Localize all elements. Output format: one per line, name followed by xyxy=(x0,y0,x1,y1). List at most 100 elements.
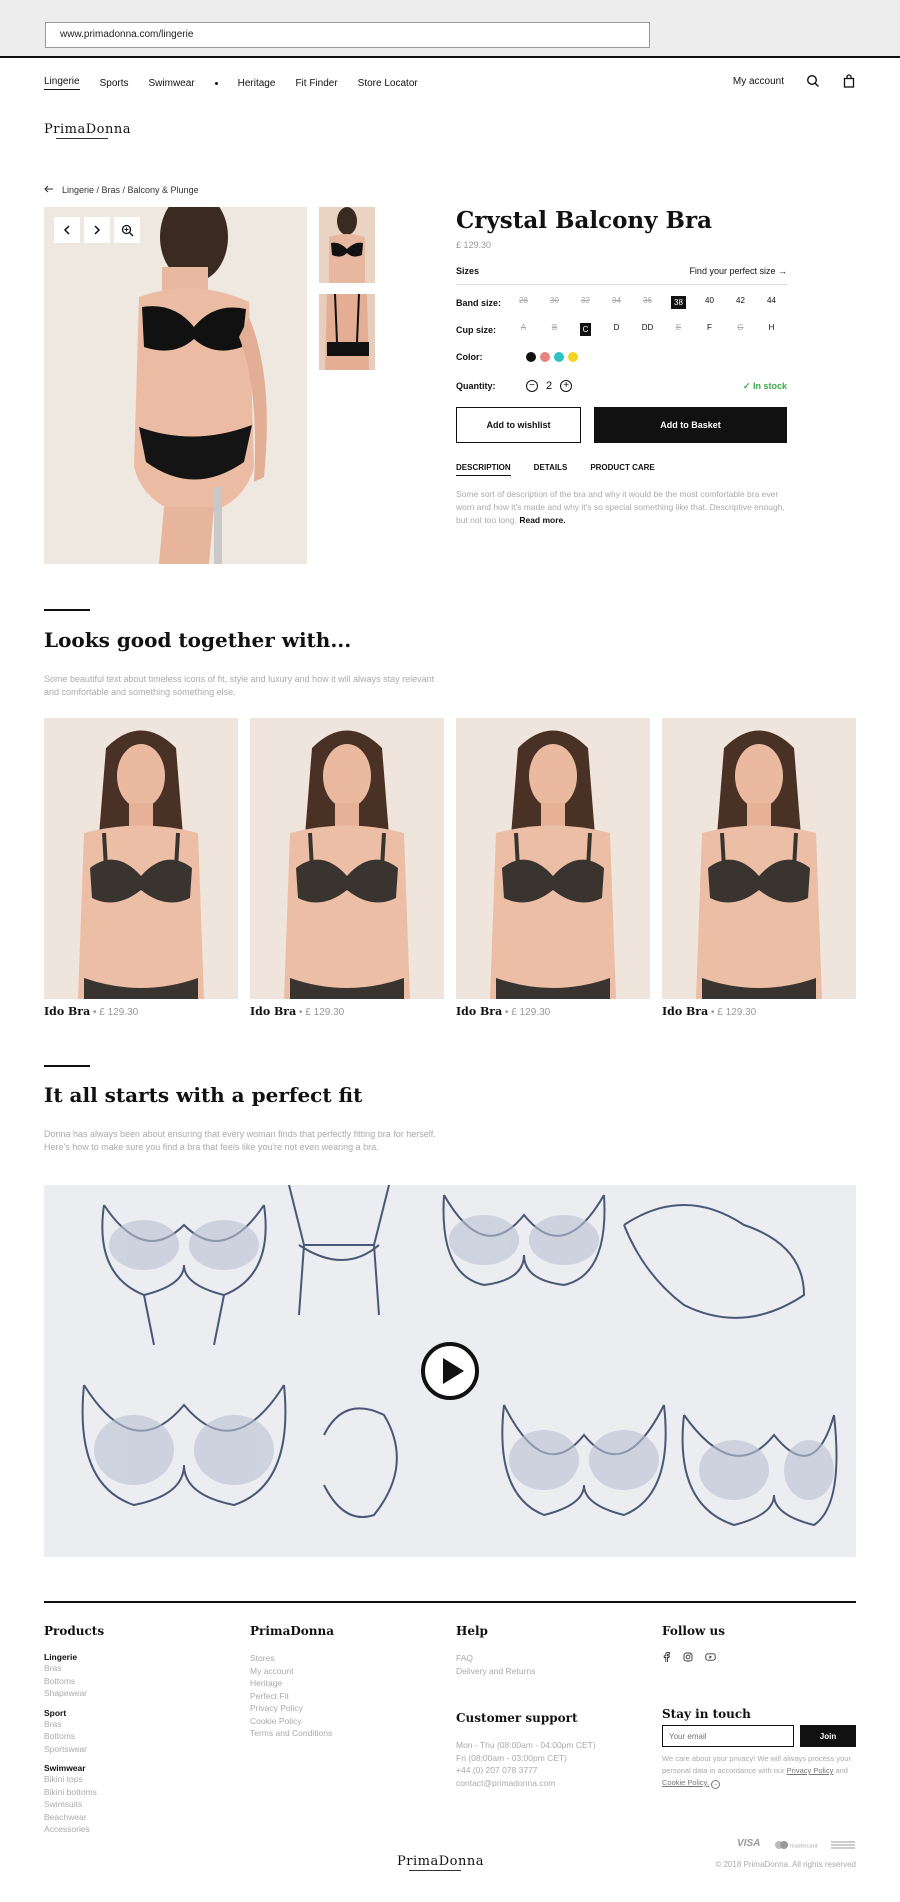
footer-link[interactable]: Delivery and Returns xyxy=(456,1665,596,1678)
footer-link[interactable]: Bottoms xyxy=(44,1675,104,1688)
newsletter-email-input[interactable] xyxy=(662,1725,794,1747)
product-card[interactable]: Ido Bra • £ 129.30 xyxy=(456,718,650,1018)
tab-product-care[interactable]: PRODUCT CARE xyxy=(590,463,654,476)
footer-link[interactable]: Bikini tops xyxy=(44,1773,104,1786)
tab-details[interactable]: DETAILS xyxy=(534,463,568,476)
brand-logo-text: PrimaDonna xyxy=(44,122,131,137)
footer-link[interactable]: Shapewear xyxy=(44,1687,104,1700)
play-icon[interactable] xyxy=(421,1342,479,1400)
privacy-policy-link[interactable]: Privacy Policy xyxy=(787,1766,834,1775)
product-card-image[interactable] xyxy=(456,718,650,999)
footer-link[interactable]: Bikini bottoms xyxy=(44,1786,104,1799)
nav-item-heritage[interactable]: Heritage xyxy=(238,78,276,89)
footer-link[interactable]: Cookie Policy xyxy=(250,1715,334,1728)
prev-image-button[interactable] xyxy=(54,217,80,243)
fit-video[interactable] xyxy=(44,1185,856,1557)
footer-group-lingerie[interactable]: Lingerie xyxy=(44,1652,104,1662)
band-size-option-label: 32 xyxy=(581,296,590,305)
search-icon[interactable] xyxy=(806,74,820,88)
zoom-button[interactable] xyxy=(114,217,140,243)
color-swatch-2[interactable] xyxy=(540,352,550,362)
footer-link[interactable]: Privacy Policy xyxy=(250,1702,334,1715)
nav-item-lingerie[interactable]: Lingerie xyxy=(44,76,80,90)
footer-link[interactable]: Perfect Fit xyxy=(250,1690,334,1703)
footer-link[interactable]: Sportswear xyxy=(44,1743,104,1756)
support-line: +44 (0) 207 078 3777 xyxy=(456,1765,538,1775)
my-account-link[interactable]: My account xyxy=(733,76,784,87)
join-newsletter-button[interactable]: Join xyxy=(800,1725,856,1747)
band-size-option-label: 36 xyxy=(643,296,652,305)
stock-status: ✓ In stock xyxy=(743,381,787,392)
url-bar[interactable]: www.primadonna.com/lingerie xyxy=(45,22,650,48)
product-card-caption: Ido Bra • £ 129.30 xyxy=(44,1005,238,1018)
decrease-quantity-button[interactable]: − xyxy=(526,380,538,392)
product-thumbnail-2[interactable] xyxy=(319,294,375,370)
product-card[interactable]: Ido Bra • £ 129.30 xyxy=(662,718,856,1018)
product-main-image[interactable] xyxy=(44,207,307,564)
product-card-image[interactable] xyxy=(44,718,238,999)
footer-link[interactable]: Swimsuits xyxy=(44,1798,104,1811)
product-card[interactable]: Ido Bra • £ 129.30 xyxy=(250,718,444,1018)
nav-item-sports[interactable]: Sports xyxy=(100,78,129,89)
cup-size-option-f[interactable]: F xyxy=(694,323,725,336)
footer-group-sport[interactable]: Sport xyxy=(44,1708,104,1718)
add-to-basket-button[interactable]: Add to Basket xyxy=(594,407,787,443)
next-image-button[interactable] xyxy=(84,217,110,243)
footer-link[interactable]: Bras xyxy=(44,1662,104,1675)
product-card-caption: Ido Bra • £ 129.30 xyxy=(662,1005,856,1018)
breadcrumb-path[interactable]: Lingerie / Bras / Balcony & Plunge xyxy=(62,185,199,195)
footer-link[interactable]: Accessories xyxy=(44,1823,104,1836)
footer-group-swimwear[interactable]: Swimwear xyxy=(44,1763,104,1773)
band-size-option-40[interactable]: 40 xyxy=(694,296,725,309)
band-size-option-42[interactable]: 42 xyxy=(725,296,756,309)
back-arrow-icon[interactable] xyxy=(44,185,54,195)
footer-help: Help FAQ Delivery and Returns Customer su… xyxy=(456,1624,596,1789)
product-card-name[interactable]: Ido Bra xyxy=(456,1005,502,1018)
band-size-option-44[interactable]: 44 xyxy=(756,296,787,309)
footer-link[interactable]: Bottoms xyxy=(44,1730,104,1743)
increase-quantity-button[interactable]: + xyxy=(560,380,573,392)
color-swatch-3[interactable] xyxy=(554,352,564,362)
footer-link[interactable]: Heritage xyxy=(250,1677,334,1690)
cookie-policy-link[interactable]: Cookie Policy. xyxy=(662,1778,709,1787)
product-card-name[interactable]: Ido Bra xyxy=(250,1005,296,1018)
product-card[interactable]: Ido Bra • £ 129.30 xyxy=(44,718,238,1018)
color-swatch-1[interactable] xyxy=(526,352,536,362)
facebook-icon[interactable] xyxy=(662,1652,671,1664)
nav-item-swimwear[interactable]: Swimwear xyxy=(149,78,195,89)
youtube-icon[interactable] xyxy=(705,1652,716,1664)
arrow-circle-icon[interactable]: → xyxy=(711,1780,721,1789)
product-thumbnail-1[interactable] xyxy=(319,207,375,283)
footer-link[interactable]: Stores xyxy=(250,1652,334,1665)
product-card-caption: Ido Bra • £ 129.30 xyxy=(250,1005,444,1018)
find-size-link[interactable]: Find your perfect size → xyxy=(689,266,787,276)
footer-logo[interactable]: PrimaDonna xyxy=(397,1854,484,1871)
color-swatch-4[interactable] xyxy=(568,352,578,362)
nav-separator-dot xyxy=(214,81,218,85)
cup-size-option-g: G xyxy=(725,323,756,336)
read-more-link[interactable]: Read more. xyxy=(519,515,565,525)
cup-size-option-c[interactable]: C xyxy=(570,323,601,336)
footer-link[interactable]: Terms and Conditions xyxy=(250,1727,334,1740)
product-card-image[interactable] xyxy=(662,718,856,999)
related-text: Some beautiful text about timeless icons… xyxy=(44,674,435,697)
footer-link[interactable]: Bras xyxy=(44,1718,104,1731)
add-to-wishlist-button[interactable]: Add to wishlist xyxy=(456,407,581,443)
social-links xyxy=(662,1652,751,1664)
footer-link[interactable]: My account xyxy=(250,1665,334,1678)
nav-item-fit-finder[interactable]: Fit Finder xyxy=(295,78,337,89)
brand-logo[interactable]: PrimaDonna xyxy=(44,122,131,139)
cup-size-option-dd[interactable]: DD xyxy=(632,323,663,336)
shopping-bag-icon[interactable] xyxy=(842,74,856,88)
product-card-image[interactable] xyxy=(250,718,444,999)
cup-size-option-h[interactable]: H xyxy=(756,323,787,336)
nav-item-store-locator[interactable]: Store Locator xyxy=(358,78,418,89)
product-card-name[interactable]: Ido Bra xyxy=(662,1005,708,1018)
band-size-option-38[interactable]: 38 xyxy=(663,296,694,309)
instagram-icon[interactable] xyxy=(683,1652,693,1664)
footer-link[interactable]: Beachwear xyxy=(44,1811,104,1824)
footer-link[interactable]: FAQ xyxy=(456,1652,596,1665)
tab-description[interactable]: DESCRIPTION xyxy=(456,463,511,476)
cup-size-option-d[interactable]: D xyxy=(601,323,632,336)
product-card-name[interactable]: Ido Bra xyxy=(44,1005,90,1018)
